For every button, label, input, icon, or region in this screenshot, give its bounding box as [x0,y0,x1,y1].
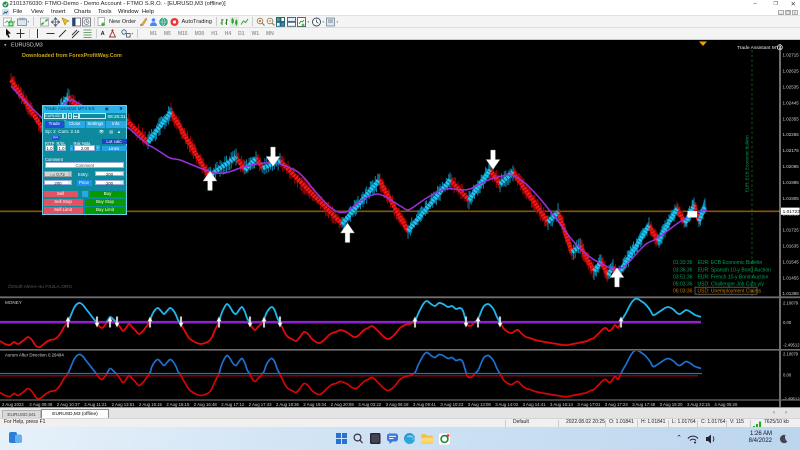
svg-text:Trade Assistant MT4: Trade Assistant MT4 [737,45,782,51]
svg-text:1.01545: 1.01545 [783,259,800,264]
svg-text:0.00: 0.00 [783,320,792,325]
svg-text:0.00: 0.00 [783,372,792,377]
svg-text:1.02535: 1.02535 [783,85,800,90]
svg-text:1.01455: 1.01455 [783,275,800,280]
svg-text:ÖzSoft Alemi~4u FX2LA.ORG: ÖzSoft Alemi~4u FX2LA.ORG [8,283,72,290]
svg-text:2.10079: 2.10079 [783,301,799,306]
svg-text:1.02265: 1.02265 [783,132,800,137]
svg-text:1.02445: 1.02445 [783,100,800,105]
svg-text:1.01635: 1.01635 [783,244,800,249]
svg-text:EUR: French 10-y Bond Auction: EUR: French 10-y Bond Auction [698,274,769,280]
svg-text:EURUSD,M3: EURUSD,M3 [11,43,43,49]
svg-text:1.01905: 1.01905 [783,196,800,201]
svg-text:1.01365: 1.01365 [783,291,800,296]
svg-text:06:03:36: 06:03:36 [673,288,693,294]
svg-text:1.02085: 1.02085 [783,164,800,169]
svg-text:1.02625: 1.02625 [783,69,800,74]
svg-text:1.01725: 1.01725 [783,228,800,233]
svg-text:MONEY: MONEY [5,300,22,305]
svg-text:Aurum After Direction 0.29494: Aurum After Direction 0.29494 [5,353,64,358]
svg-text:1.02355: 1.02355 [783,116,800,121]
svg-text:USD: Unemployment Claims: USD: Unemployment Claims [698,288,762,294]
svg-text:1.01723: 1.01723 [783,209,800,215]
svg-text:EUR: ECB Economic Bulletin: EUR: ECB Economic Bulletin [698,260,763,266]
svg-text:03:51:36: 03:51:36 [673,274,693,280]
svg-text:03:36:36: 03:36:36 [673,267,693,273]
svg-text:2.10079: 2.10079 [783,352,799,357]
svg-text:EUR: Spanish 10-y Bond Auction: EUR: Spanish 10-y Bond Auction [698,267,772,273]
svg-text:1.02175: 1.02175 [783,148,800,153]
svg-text:1.02715: 1.02715 [783,53,800,58]
svg-text:EUR: ECB Economic Bulletin: EUR: ECB Economic Bulletin [745,135,750,192]
svg-text:Downloaded from ForexProfitWay: Downloaded from ForexProfitWay.Com [22,53,122,59]
svg-text:-2.49512: -2.49512 [783,343,800,348]
svg-text:1.01995: 1.01995 [783,180,800,185]
svg-text:USD: Challenger Job Cuts y/y: USD: Challenger Job Cuts y/y [698,281,765,287]
svg-text:01:33:36: 01:33:36 [673,260,693,266]
svg-text:05:03:36: 05:03:36 [673,281,693,287]
